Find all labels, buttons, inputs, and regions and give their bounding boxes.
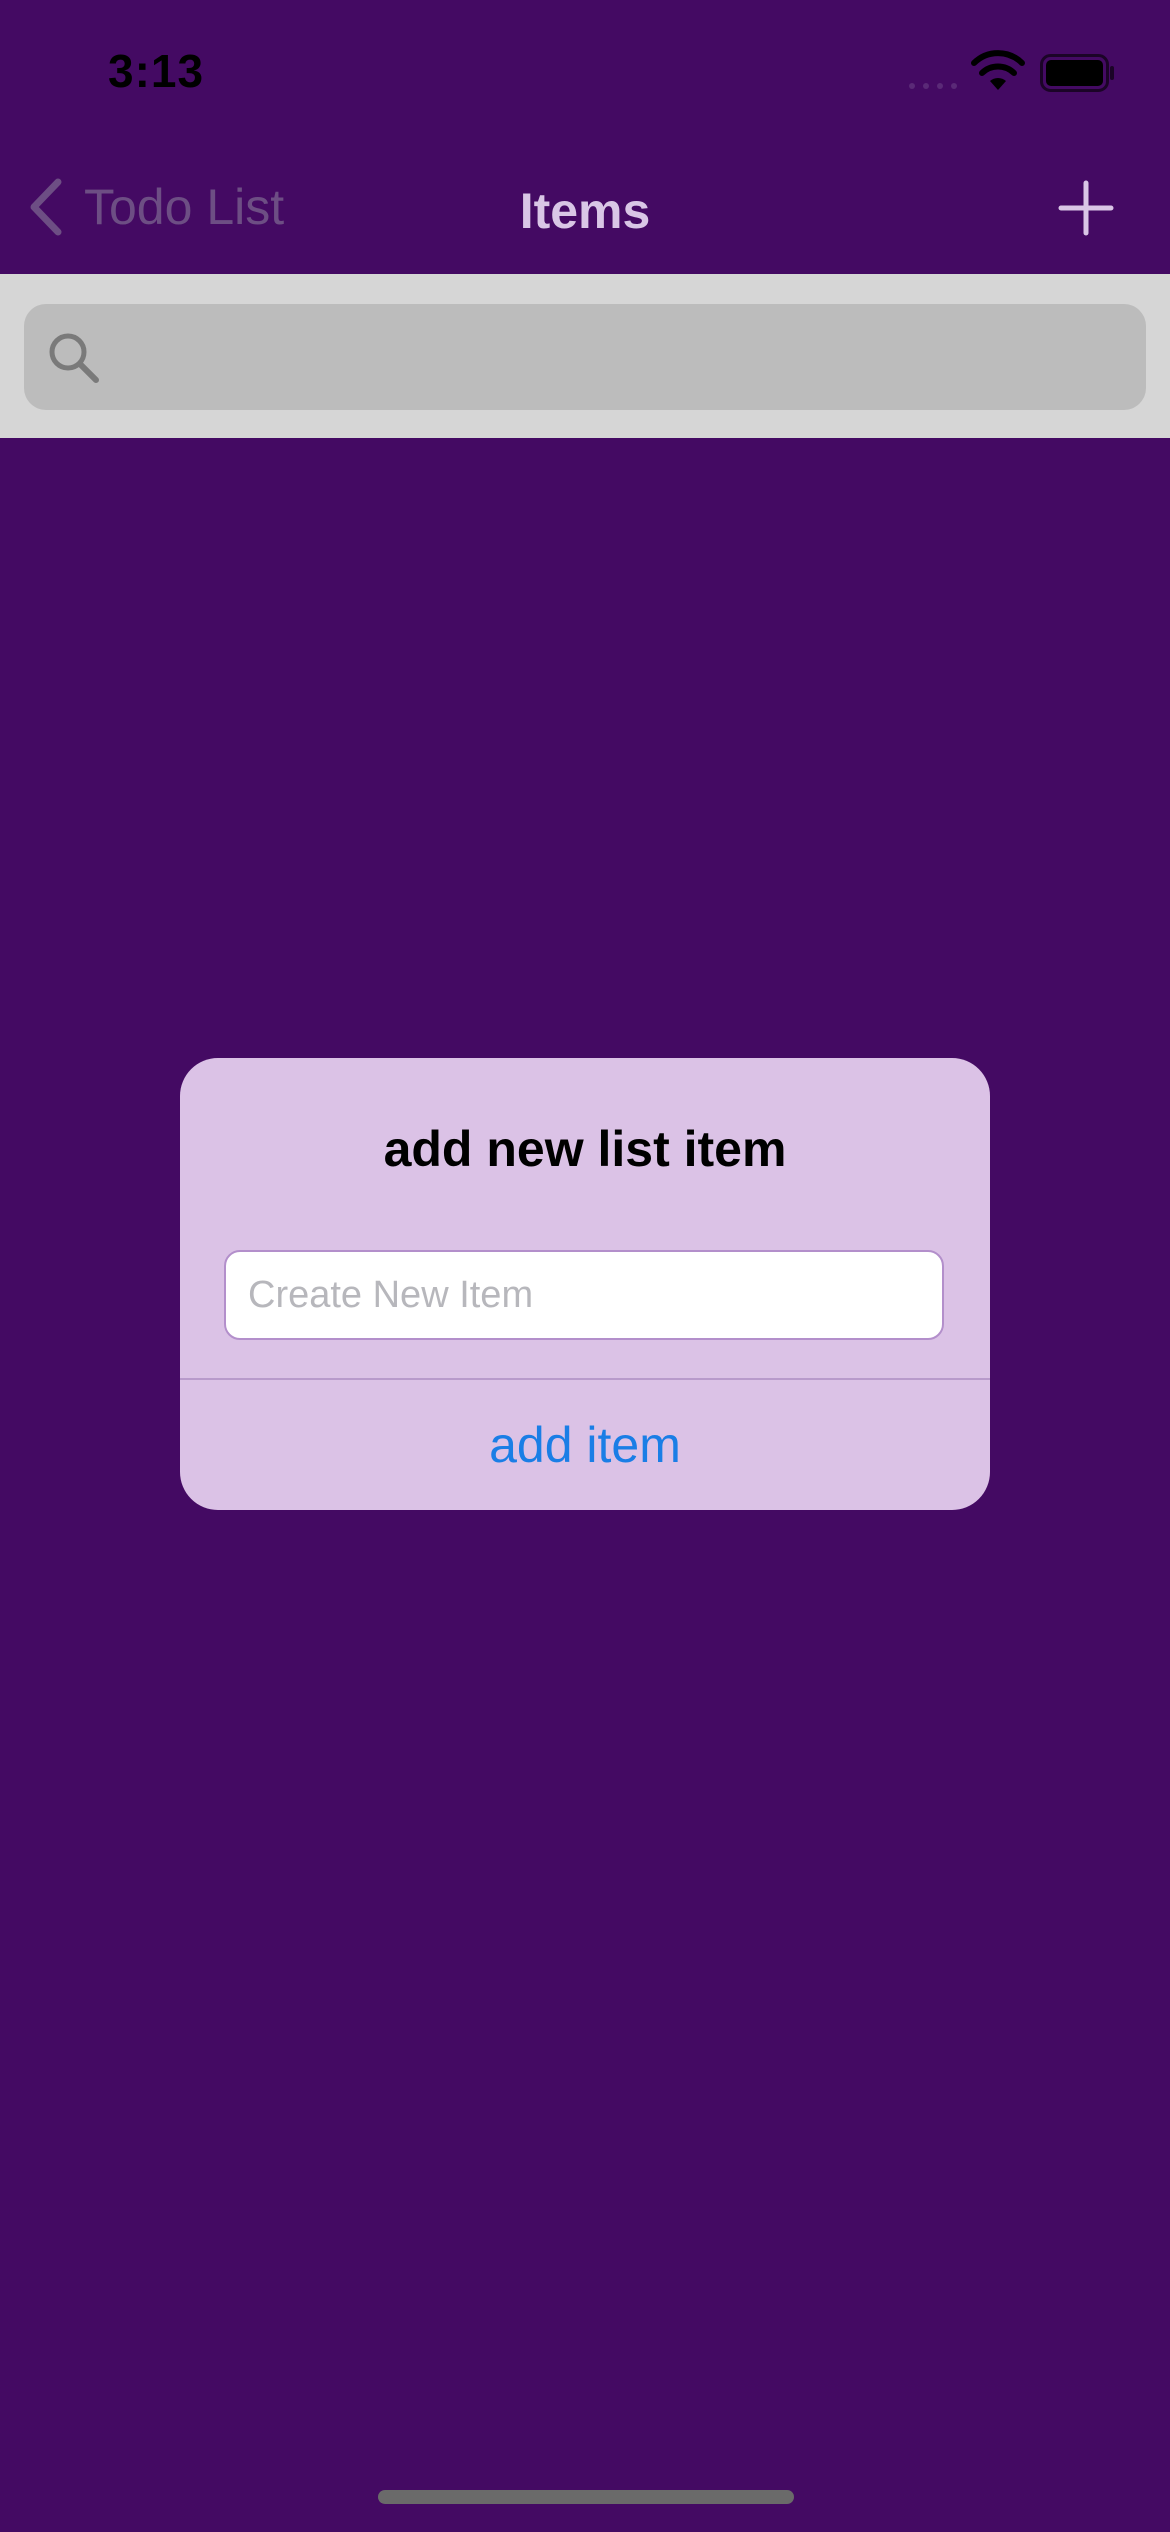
search-bar-container xyxy=(0,274,1170,438)
status-time: 3:13 xyxy=(108,45,205,97)
search-icon xyxy=(49,333,99,383)
add-item-button[interactable]: add item xyxy=(180,1380,990,1510)
plus-icon[interactable] xyxy=(1058,180,1114,236)
battery-icon xyxy=(1040,54,1114,92)
search-input[interactable] xyxy=(120,304,1124,412)
home-indicator[interactable] xyxy=(378,2490,794,2504)
new-item-input[interactable] xyxy=(224,1250,944,1340)
alert-title: add new list item xyxy=(383,1121,787,1177)
search-field[interactable] xyxy=(24,304,1146,412)
navigation-bar: Todo List Items xyxy=(0,150,1170,274)
status-bar: 3:13 xyxy=(0,0,1170,150)
page-title: Items xyxy=(519,183,651,239)
signal-icon xyxy=(909,83,957,89)
add-item-alert: add new list item add item xyxy=(180,1058,990,1510)
wifi-icon xyxy=(971,50,1025,90)
